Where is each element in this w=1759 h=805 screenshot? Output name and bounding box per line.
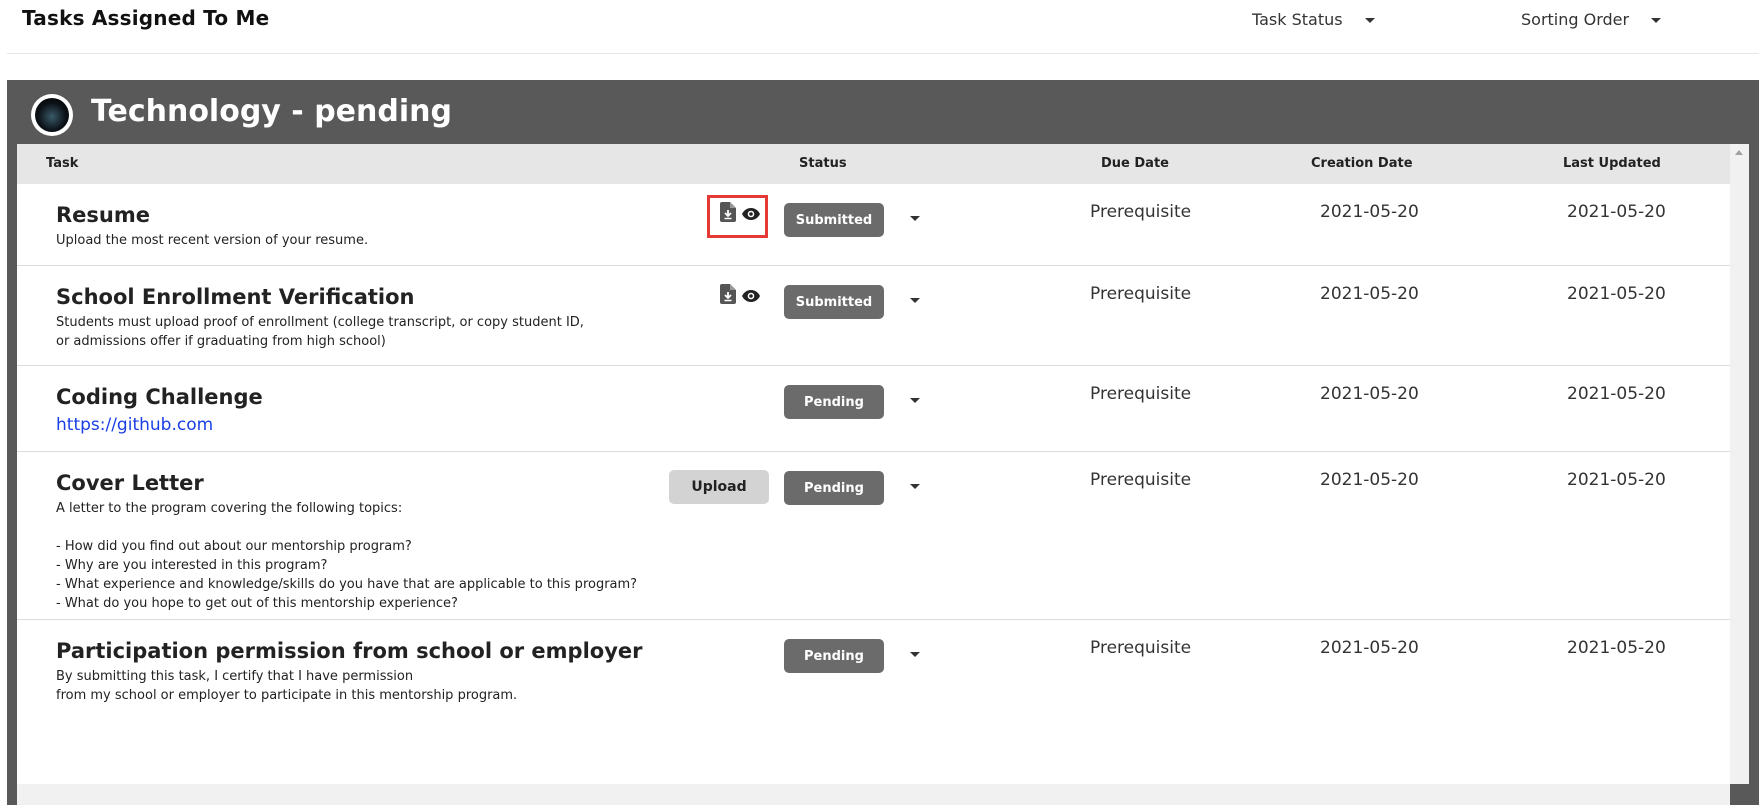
task-status-filter-label: Task Status (1252, 10, 1343, 29)
status-dropdown-chevron-down-icon[interactable] (910, 652, 920, 657)
column-header-creation-date: Creation Date (1311, 156, 1413, 171)
eye-icon[interactable] (742, 287, 760, 306)
creation-date: 2021-05-20 (1320, 202, 1419, 222)
table-header: Task Status Due Date Creation Date Last … (17, 144, 1730, 184)
last-updated: 2021-05-20 (1567, 202, 1666, 222)
chevron-down-icon (1364, 18, 1375, 23)
table-row: Resume Upload the most recent version of… (17, 184, 1730, 266)
task-description: By submitting this task, I certify that … (56, 669, 518, 703)
vertical-scrollbar[interactable] (1730, 144, 1749, 784)
last-updated: 2021-05-20 (1567, 384, 1666, 404)
table-row: Coding Challenge https://github.com Pend… (17, 366, 1730, 452)
panel-title: Technology - pending (91, 94, 452, 129)
top-bar: Tasks Assigned To Me Task Status Sorting… (0, 0, 1759, 54)
file-download-icon[interactable] (720, 284, 736, 308)
creation-date: 2021-05-20 (1320, 470, 1419, 490)
due-date: Prerequisite (1090, 470, 1192, 490)
task-name: Cover Letter (56, 471, 204, 495)
sorting-order-filter-label: Sorting Order (1521, 10, 1630, 29)
table-row: School Enrollment Verification Students … (17, 266, 1730, 366)
last-updated: 2021-05-20 (1567, 638, 1666, 658)
creation-date: 2021-05-20 (1320, 638, 1419, 658)
file-actions (720, 202, 760, 226)
last-updated: 2021-05-20 (1567, 284, 1666, 304)
task-description: Students must upload proof of enrollment… (56, 315, 584, 349)
task-name: Participation permission from school or … (56, 639, 643, 663)
due-date: Prerequisite (1090, 384, 1192, 404)
column-header-task: Task (46, 156, 79, 171)
eye-icon[interactable] (742, 205, 760, 224)
scroll-up-arrow-icon[interactable] (1735, 150, 1743, 155)
sorting-order-filter[interactable]: Sorting Order (1521, 10, 1662, 29)
task-name: Resume (56, 203, 150, 227)
status-dropdown-chevron-down-icon[interactable] (910, 398, 920, 403)
status-button[interactable]: Pending (784, 385, 884, 419)
divider (7, 53, 1759, 54)
task-description: Upload the most recent version of your r… (56, 233, 369, 248)
table-row: Participation permission from school or … (17, 620, 1730, 720)
panel-header: Technology - pending (7, 80, 1759, 144)
table-row: Cover Letter A letter to the program cov… (17, 452, 1730, 620)
column-header-status: Status (799, 156, 847, 171)
due-date: Prerequisite (1090, 284, 1192, 304)
status-button[interactable]: Submitted (784, 285, 884, 319)
due-date: Prerequisite (1090, 202, 1192, 222)
status-dropdown-chevron-down-icon[interactable] (910, 216, 920, 221)
avatar-image (35, 98, 69, 132)
status-button[interactable]: Pending (784, 639, 884, 673)
chevron-down-icon (1651, 18, 1662, 23)
upload-button[interactable]: Upload (669, 470, 769, 504)
column-header-last-updated: Last Updated (1563, 156, 1661, 171)
task-description: A letter to the program covering the fol… (56, 501, 638, 611)
status-button[interactable]: Submitted (784, 203, 884, 237)
tasks-table: Task Status Due Date Creation Date Last … (17, 144, 1730, 784)
program-avatar (31, 94, 73, 136)
status-button[interactable]: Pending (784, 471, 884, 505)
status-dropdown-chevron-down-icon[interactable] (910, 298, 920, 303)
program-panel: Technology - pending Task Status Due Dat… (7, 80, 1759, 805)
task-link[interactable]: https://github.com (56, 415, 213, 435)
creation-date: 2021-05-20 (1320, 384, 1419, 404)
file-download-icon[interactable] (720, 202, 736, 226)
column-header-due-date: Due Date (1101, 156, 1169, 171)
creation-date: 2021-05-20 (1320, 284, 1419, 304)
horizontal-scrollbar[interactable] (17, 784, 1730, 805)
last-updated: 2021-05-20 (1567, 470, 1666, 490)
status-dropdown-chevron-down-icon[interactable] (910, 484, 920, 489)
file-actions (720, 284, 760, 308)
task-name: Coding Challenge (56, 385, 263, 409)
task-status-filter[interactable]: Task Status (1252, 10, 1375, 29)
page-title: Tasks Assigned To Me (22, 6, 270, 30)
task-name: School Enrollment Verification (56, 285, 415, 309)
due-date: Prerequisite (1090, 638, 1192, 658)
